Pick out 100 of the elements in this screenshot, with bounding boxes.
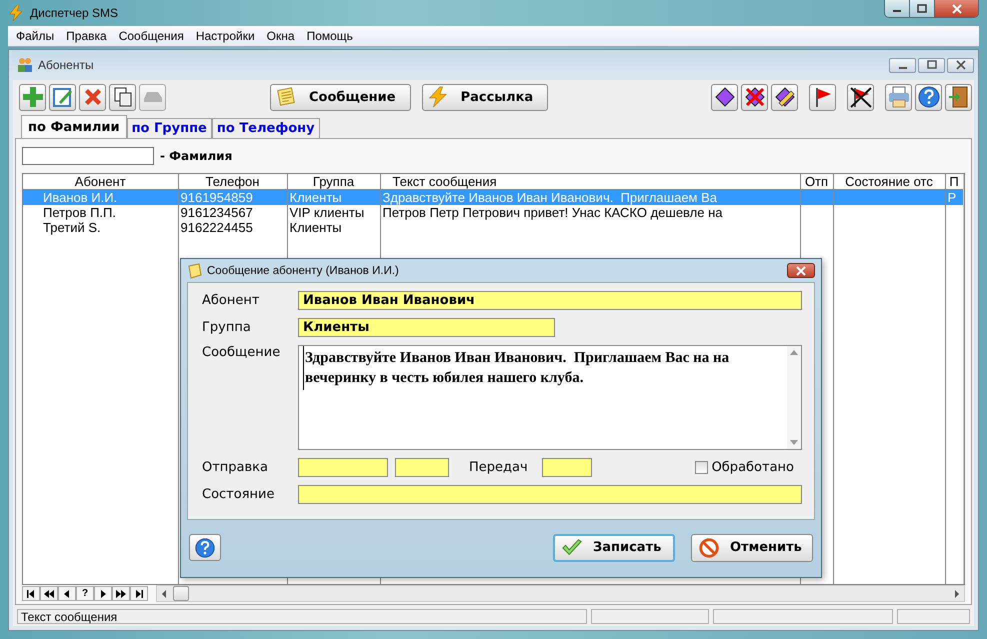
table-cell: 9161234567 <box>178 205 287 220</box>
help-button[interactable] <box>189 534 221 561</box>
diamond-edit-button[interactable] <box>771 84 798 110</box>
column-header[interactable]: Группа <box>287 174 380 190</box>
scroll-left-icon <box>161 590 167 598</box>
lightning-icon <box>426 86 449 108</box>
copy-button[interactable] <box>109 84 136 110</box>
close-icon <box>954 60 966 70</box>
column-header[interactable]: Текст сообщения <box>380 174 800 190</box>
table-cell: Иванов И.И. <box>23 190 178 205</box>
toolbar-button[interactable]: Сообщение <box>270 84 411 110</box>
menu-item[interactable]: Помощь <box>300 29 359 43</box>
close-icon <box>950 4 962 14</box>
table-cell: Петров П.П. <box>23 205 178 220</box>
close-button[interactable] <box>947 58 974 72</box>
maximize-icon <box>916 4 928 14</box>
minimize-button[interactable] <box>885 0 910 17</box>
people-icon <box>17 57 33 73</box>
nav-button[interactable] <box>22 586 40 601</box>
minimize-button[interactable] <box>889 58 916 72</box>
field-label: Абонент <box>202 293 260 308</box>
tab[interactable]: по Фамилии <box>21 115 127 138</box>
save-button[interactable]: Записать <box>553 534 675 562</box>
horizontal-scrollbar[interactable] <box>156 585 965 602</box>
nav-button[interactable] <box>130 586 148 601</box>
printer-button[interactable] <box>885 84 912 110</box>
checkbox-label: Обработано <box>712 460 794 475</box>
state-field[interactable] <box>298 485 802 504</box>
table-cell: 9162224455 <box>178 220 287 235</box>
pencil-icon <box>50 85 74 109</box>
close-button[interactable] <box>787 263 815 278</box>
column-header[interactable]: Абонент <box>23 174 178 190</box>
child-window-title: Абоненты <box>38 58 94 72</box>
field-label: Сообщение <box>202 345 282 360</box>
flag-button[interactable] <box>809 84 836 110</box>
exit-button[interactable] <box>945 84 972 110</box>
status-text: Текст сообщения <box>17 609 587 624</box>
maximize-button[interactable] <box>918 58 945 72</box>
column-header[interactable]: Состояние отс <box>833 174 945 190</box>
menu-item[interactable]: Окна <box>260 29 301 43</box>
menu-item[interactable]: Правка <box>60 29 113 43</box>
scroll-down-icon[interactable] <box>790 440 798 445</box>
menu-item[interactable]: Сообщения <box>112 29 190 43</box>
dialog-title: Сообщение абоненту (Иванов И.И.) <box>207 264 399 276</box>
cancel-button[interactable]: Отменить <box>691 534 813 562</box>
diamond-button[interactable] <box>711 84 738 110</box>
menu-item[interactable]: Настройки <box>190 29 261 43</box>
column-header[interactable]: П <box>945 174 963 190</box>
edit-button[interactable] <box>49 84 76 110</box>
flag-cross-button[interactable] <box>847 84 874 110</box>
column-header[interactable]: Телефон <box>178 174 287 190</box>
right-icon <box>98 590 108 598</box>
window-title: Диспетчер SMS <box>30 6 118 20</box>
tab[interactable]: по Телефону <box>212 118 320 138</box>
table-cell: Здравствуйте Иванов Иван Иванович. Приглашаем Ва <box>380 190 800 205</box>
nav-button[interactable] <box>112 586 130 601</box>
crossed-diamond-icon <box>742 85 766 109</box>
table-cell: Клиенты <box>287 220 380 235</box>
surname-filter-field[interactable] <box>22 147 154 165</box>
field-label: Состояние <box>202 487 276 502</box>
help-nav-button[interactable]: ? <box>76 586 94 601</box>
diamond-cross-button[interactable] <box>741 84 768 110</box>
help-button[interactable] <box>915 84 942 110</box>
toolbar-button[interactable]: Рассылка <box>422 84 548 110</box>
maximize-icon <box>926 60 938 70</box>
nav-button[interactable] <box>40 586 58 601</box>
menu-item[interactable]: Файлы <box>10 29 60 43</box>
note-icon <box>275 86 297 108</box>
group-field[interactable]: Клиенты <box>298 318 555 337</box>
help-icon <box>194 536 216 558</box>
sending-time-field[interactable] <box>395 458 449 477</box>
minimize-icon <box>893 10 901 12</box>
maximize-button[interactable] <box>910 0 935 17</box>
sending-date-field[interactable] <box>298 458 388 477</box>
table-cell: 9161954859 <box>178 190 287 205</box>
minimize-icon <box>898 66 906 68</box>
transfer-field[interactable] <box>542 458 592 477</box>
column-header[interactable]: Отп <box>800 174 833 190</box>
crossed-flag-icon <box>848 85 872 109</box>
scroll-up-icon[interactable] <box>790 350 798 355</box>
table-cell: VIP клиенты <box>287 205 380 220</box>
scroll-right-icon <box>954 590 960 598</box>
door-icon <box>946 85 970 109</box>
close-icon <box>795 266 807 276</box>
delete-button[interactable] <box>79 84 106 110</box>
lightning-icon <box>8 5 24 21</box>
nav-button[interactable] <box>94 586 112 601</box>
printer-icon <box>886 85 910 109</box>
add-button[interactable] <box>19 84 46 110</box>
vertical-scrollbar[interactable] <box>963 174 964 584</box>
field-label: Отправка <box>202 460 270 475</box>
processed-checkbox[interactable] <box>694 461 708 474</box>
nav-button[interactable] <box>58 586 76 601</box>
scroll-thumb[interactable] <box>173 586 189 601</box>
tab[interactable]: по Группе <box>126 118 212 138</box>
field-label: Группа <box>202 320 252 335</box>
last-icon <box>134 590 144 598</box>
subscriber-field[interactable]: Иванов Иван Иванович <box>298 291 802 310</box>
close-button[interactable] <box>935 0 978 17</box>
message-field[interactable]: Здравствуйте Иванов Иван Иванович. Приглашаем Вас на на вечеринку в честь юбилея нашего клуба. <box>298 345 802 450</box>
